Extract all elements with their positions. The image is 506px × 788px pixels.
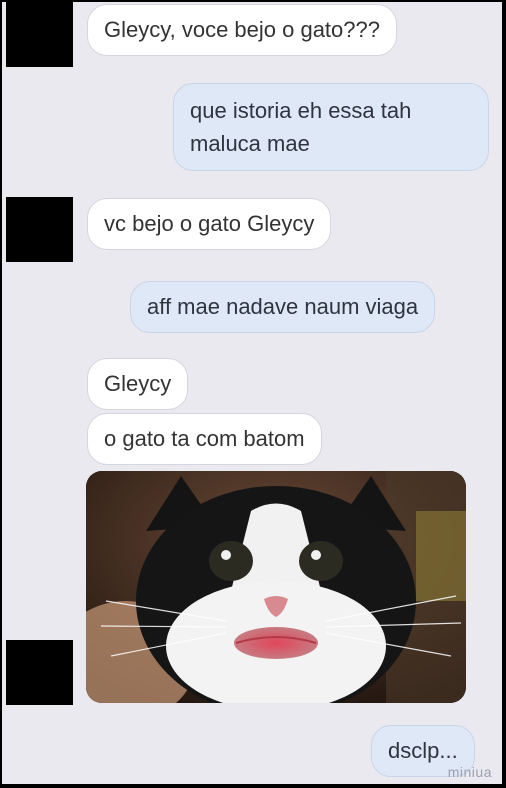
- message-bubble-received[interactable]: Gleycy: [87, 358, 189, 410]
- message-text: Gleycy, voce bejo o gato???: [104, 17, 380, 42]
- cat-with-lipstick-photo[interactable]: [86, 471, 466, 703]
- message-bubble-sent[interactable]: que istoria eh essa tah maluca mae: [173, 83, 489, 171]
- watermark: miniua: [447, 764, 492, 780]
- avatar[interactable]: [6, 197, 73, 262]
- message-text: aff mae nadave naum viaga: [147, 294, 419, 319]
- message-text: vc bejo o gato Gleycy: [104, 211, 315, 236]
- chat-window: Gleycy, voce bejo o gato??? que istoria …: [2, 2, 502, 784]
- avatar[interactable]: [6, 640, 73, 705]
- message-bubble-sent[interactable]: aff mae nadave naum viaga: [130, 281, 436, 333]
- message-bubble-received[interactable]: vc bejo o gato Gleycy: [87, 198, 332, 250]
- message-bubble-received[interactable]: o gato ta com batom: [87, 413, 322, 465]
- message-text: que istoria eh essa tah maluca mae: [190, 98, 412, 156]
- message-bubble-received[interactable]: Gleycy, voce bejo o gato???: [87, 4, 397, 56]
- message-text: dsclp...: [388, 738, 458, 763]
- avatar[interactable]: [6, 2, 73, 67]
- message-text: o gato ta com batom: [104, 426, 305, 451]
- message-text: Gleycy: [104, 371, 172, 396]
